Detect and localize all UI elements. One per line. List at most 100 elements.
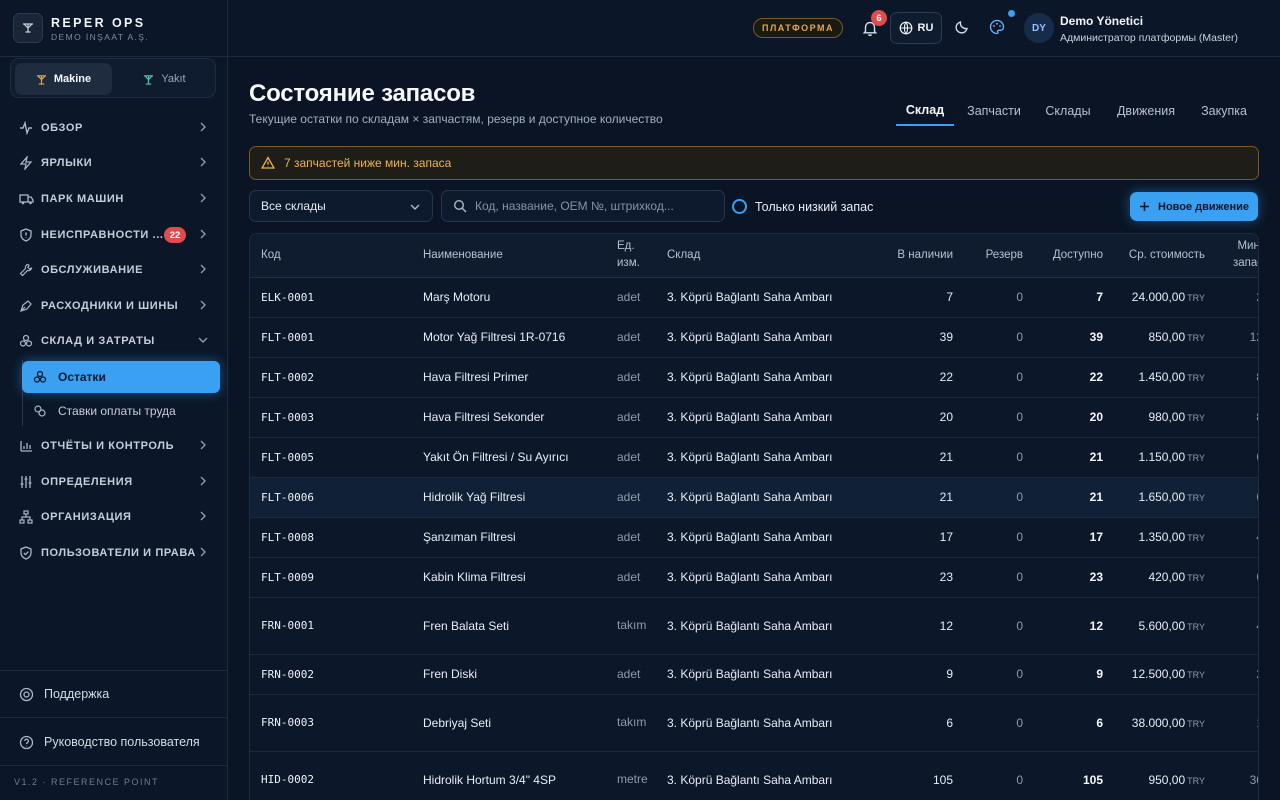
cell-warehouse: 3. Köprü Bağlantı Saha Ambarı: [656, 397, 878, 438]
wrench-icon: [18, 262, 34, 278]
mode-yakit-button[interactable]: Yakıt: [116, 63, 213, 95]
cell-name: Hava Filtresi Sekonder: [412, 397, 606, 438]
table-body: ELK-0001 Marş Motoru adet 3. Köprü Bağlantı…: [250, 277, 1258, 800]
cell-unit: adet: [606, 397, 656, 438]
currency-label: TRY: [1187, 453, 1205, 463]
new-movement-button[interactable]: Новое движение: [1130, 192, 1258, 221]
low-stock-alert[interactable]: 7 запчастей ниже мин. запаса: [249, 146, 1259, 180]
tab-purchasing[interactable]: Закупка: [1194, 96, 1254, 126]
currency-label: TRY: [1187, 621, 1205, 632]
low-stock-checkbox[interactable]: [732, 199, 747, 214]
sidebar-item-maintenance[interactable]: ОБСЛУЖИВАНИЕ: [10, 255, 218, 285]
tab-movements[interactable]: Движения: [1108, 96, 1184, 126]
table-row[interactable]: FLT-0009 Kabin Klima Filtresi adet 3. Köprü…: [250, 557, 1258, 598]
cell-in-stock: 22: [878, 357, 964, 398]
chevron-right-icon: [200, 193, 206, 203]
table-row[interactable]: FLT-0005 Yakıt Ön Filtresi / Su Ayırıcı ad…: [250, 437, 1258, 478]
sidebar-item-organization[interactable]: ОРГАНИЗАЦИЯ: [10, 502, 218, 532]
sidebar-item-definitions[interactable]: ОПРЕДЕЛЕНИЯ: [10, 467, 218, 497]
sidebar-item-shortcuts[interactable]: ЯРЛЫКИ: [10, 148, 218, 178]
tab-warehouse[interactable]: Склад: [896, 96, 954, 126]
currency-label: TRY: [1187, 493, 1205, 503]
col-header-warehouse[interactable]: Склад: [656, 234, 878, 278]
avatar[interactable]: DY: [1024, 13, 1054, 43]
support-link[interactable]: Поддержка: [18, 686, 109, 702]
table-row[interactable]: FLT-0001 Motor Yağ Filtresi 1R-0716 adet 3.…: [250, 317, 1258, 358]
col-header-reserve[interactable]: Резерв: [964, 234, 1034, 278]
cell-avg-cost: 24.000,00 TRY: [1114, 277, 1216, 318]
sidebar-item-consumables[interactable]: РАСХОДНИКИ И ШИНЫ: [10, 291, 218, 321]
tab-parts[interactable]: Запчасти: [960, 96, 1028, 126]
table-row[interactable]: ELK-0001 Marş Motoru adet 3. Köprü Bağlantı…: [250, 277, 1258, 318]
table-row[interactable]: HID-0002 Hidrolik Hortum 3/4" 4SP metre 3. …: [250, 751, 1258, 800]
col-header-avg-cost[interactable]: Ср. стоимость: [1114, 234, 1216, 278]
chevron-right-icon: [200, 122, 206, 132]
cost-value: 12.500,00: [1131, 667, 1186, 681]
sidebar-item-faults[interactable]: НЕИСПРАВНОСТИ ... 22: [10, 220, 218, 250]
shield-alert-icon: [18, 227, 34, 243]
table-row[interactable]: FRN-0002 Fren Diski adet 3. Köprü Bağlantı …: [250, 654, 1258, 695]
col-header-code[interactable]: Код: [250, 234, 412, 278]
cell-unit: takım: [606, 597, 656, 655]
language-button[interactable]: RU: [890, 12, 942, 44]
table-row[interactable]: FRN-0003 Debriyaj Seti takım 3. Köprü Bağla…: [250, 694, 1258, 752]
cell-avg-cost: 1.350,00 TRY: [1114, 517, 1216, 558]
col-header-unit[interactable]: Ед. изм.: [606, 234, 656, 278]
cell-reserve: 0: [964, 317, 1034, 358]
topbar: ПЛАТФОРМА 6 RU DY Demo Yönetici Админист…: [228, 0, 1280, 57]
cell-unit: adet: [606, 437, 656, 478]
table-row[interactable]: FRN-0001 Fren Balata Seti takım 3. Köprü Ba…: [250, 597, 1258, 655]
cell-warehouse: 3. Köprü Bağlantı Saha Ambarı: [656, 317, 878, 358]
truck-icon: [18, 191, 34, 207]
version-label: V1.2 · REFERENCE POINT: [14, 777, 160, 787]
sidebar-item-overview[interactable]: ОБЗОР: [10, 113, 218, 143]
warning-triangle-icon: [261, 156, 275, 169]
cell-available: 20: [1034, 397, 1114, 438]
currency-label: TRY: [1187, 293, 1205, 303]
table-row[interactable]: FLT-0008 Şanzıman Filtresi adet 3. Köprü Ba…: [250, 517, 1258, 558]
chevron-right-icon: [200, 300, 206, 310]
col-header-min-stock[interactable]: Мин. запас: [1216, 234, 1258, 278]
search-input[interactable]: [475, 199, 715, 213]
sidebar-item-reports[interactable]: ОТЧЁТЫ И КОНТРОЛЬ: [10, 431, 218, 461]
low-stock-toggle[interactable]: Только низкий запас: [732, 199, 873, 214]
cell-unit: adet: [606, 557, 656, 598]
sidebar-subitem-labor-rates[interactable]: Ставки оплаты труда: [22, 395, 220, 427]
palette-icon[interactable]: [989, 19, 1005, 35]
tab-warehouses[interactable]: Склады: [1038, 96, 1098, 126]
user-guide-link[interactable]: Руководство пользователя: [18, 734, 200, 750]
currency-label: TRY: [1187, 533, 1205, 543]
mode-makine-button[interactable]: Makine: [15, 63, 112, 95]
cell-code: FLT-0006: [250, 477, 412, 518]
crane-icon: [36, 74, 46, 85]
cell-avg-cost: 1.650,00 TRY: [1114, 477, 1216, 518]
cell-unit: adet: [606, 517, 656, 558]
cell-name: Debriyaj Seti: [412, 694, 606, 752]
cell-code: HID-0002: [250, 751, 412, 800]
sidebar-item-label: ОБЗОР: [41, 122, 83, 134]
warehouse-select[interactable]: Все склады: [249, 190, 433, 222]
cell-in-stock: 20: [878, 397, 964, 438]
cell-reserve: 0: [964, 654, 1034, 695]
platform-badge[interactable]: ПЛАТФОРМА: [753, 18, 843, 38]
sidebar-item-label: ПАРК МАШИН: [41, 193, 124, 205]
brand-logo-icon[interactable]: [13, 13, 43, 43]
sidebar-item-warehouse[interactable]: СКЛАД И ЗАТРАТЫ: [10, 326, 218, 356]
moon-icon[interactable]: [954, 19, 970, 35]
sidebar-subitem-stock[interactable]: Остатки: [22, 361, 220, 393]
col-header-in-stock[interactable]: В наличии: [878, 234, 964, 278]
table-row[interactable]: FLT-0002 Hava Filtresi Primer adet 3. Köprü…: [250, 357, 1258, 398]
cell-reserve: 0: [964, 597, 1034, 655]
cell-avg-cost: 1.150,00 TRY: [1114, 437, 1216, 478]
table-row[interactable]: FLT-0003 Hava Filtresi Sekonder adet 3. Köp…: [250, 397, 1258, 438]
col-header-name[interactable]: Наименование: [412, 234, 606, 278]
user-name[interactable]: Demo Yönetici: [1060, 14, 1143, 28]
table-row[interactable]: FLT-0006 Hidrolik Yağ Filtresi adet 3. Köpr…: [250, 477, 1258, 518]
sidebar-item-users[interactable]: ПОЛЬЗОВАТЕЛИ И ПРАВА: [10, 538, 218, 568]
cell-name: Marş Motoru: [412, 277, 606, 318]
sidebar-item-fleet[interactable]: ПАРК МАШИН: [10, 184, 218, 214]
boxes-icon: [18, 333, 34, 349]
col-header-available[interactable]: Доступно: [1034, 234, 1114, 278]
cell-min-stock: 2: [1216, 277, 1258, 318]
cell-code: FLT-0005: [250, 437, 412, 478]
